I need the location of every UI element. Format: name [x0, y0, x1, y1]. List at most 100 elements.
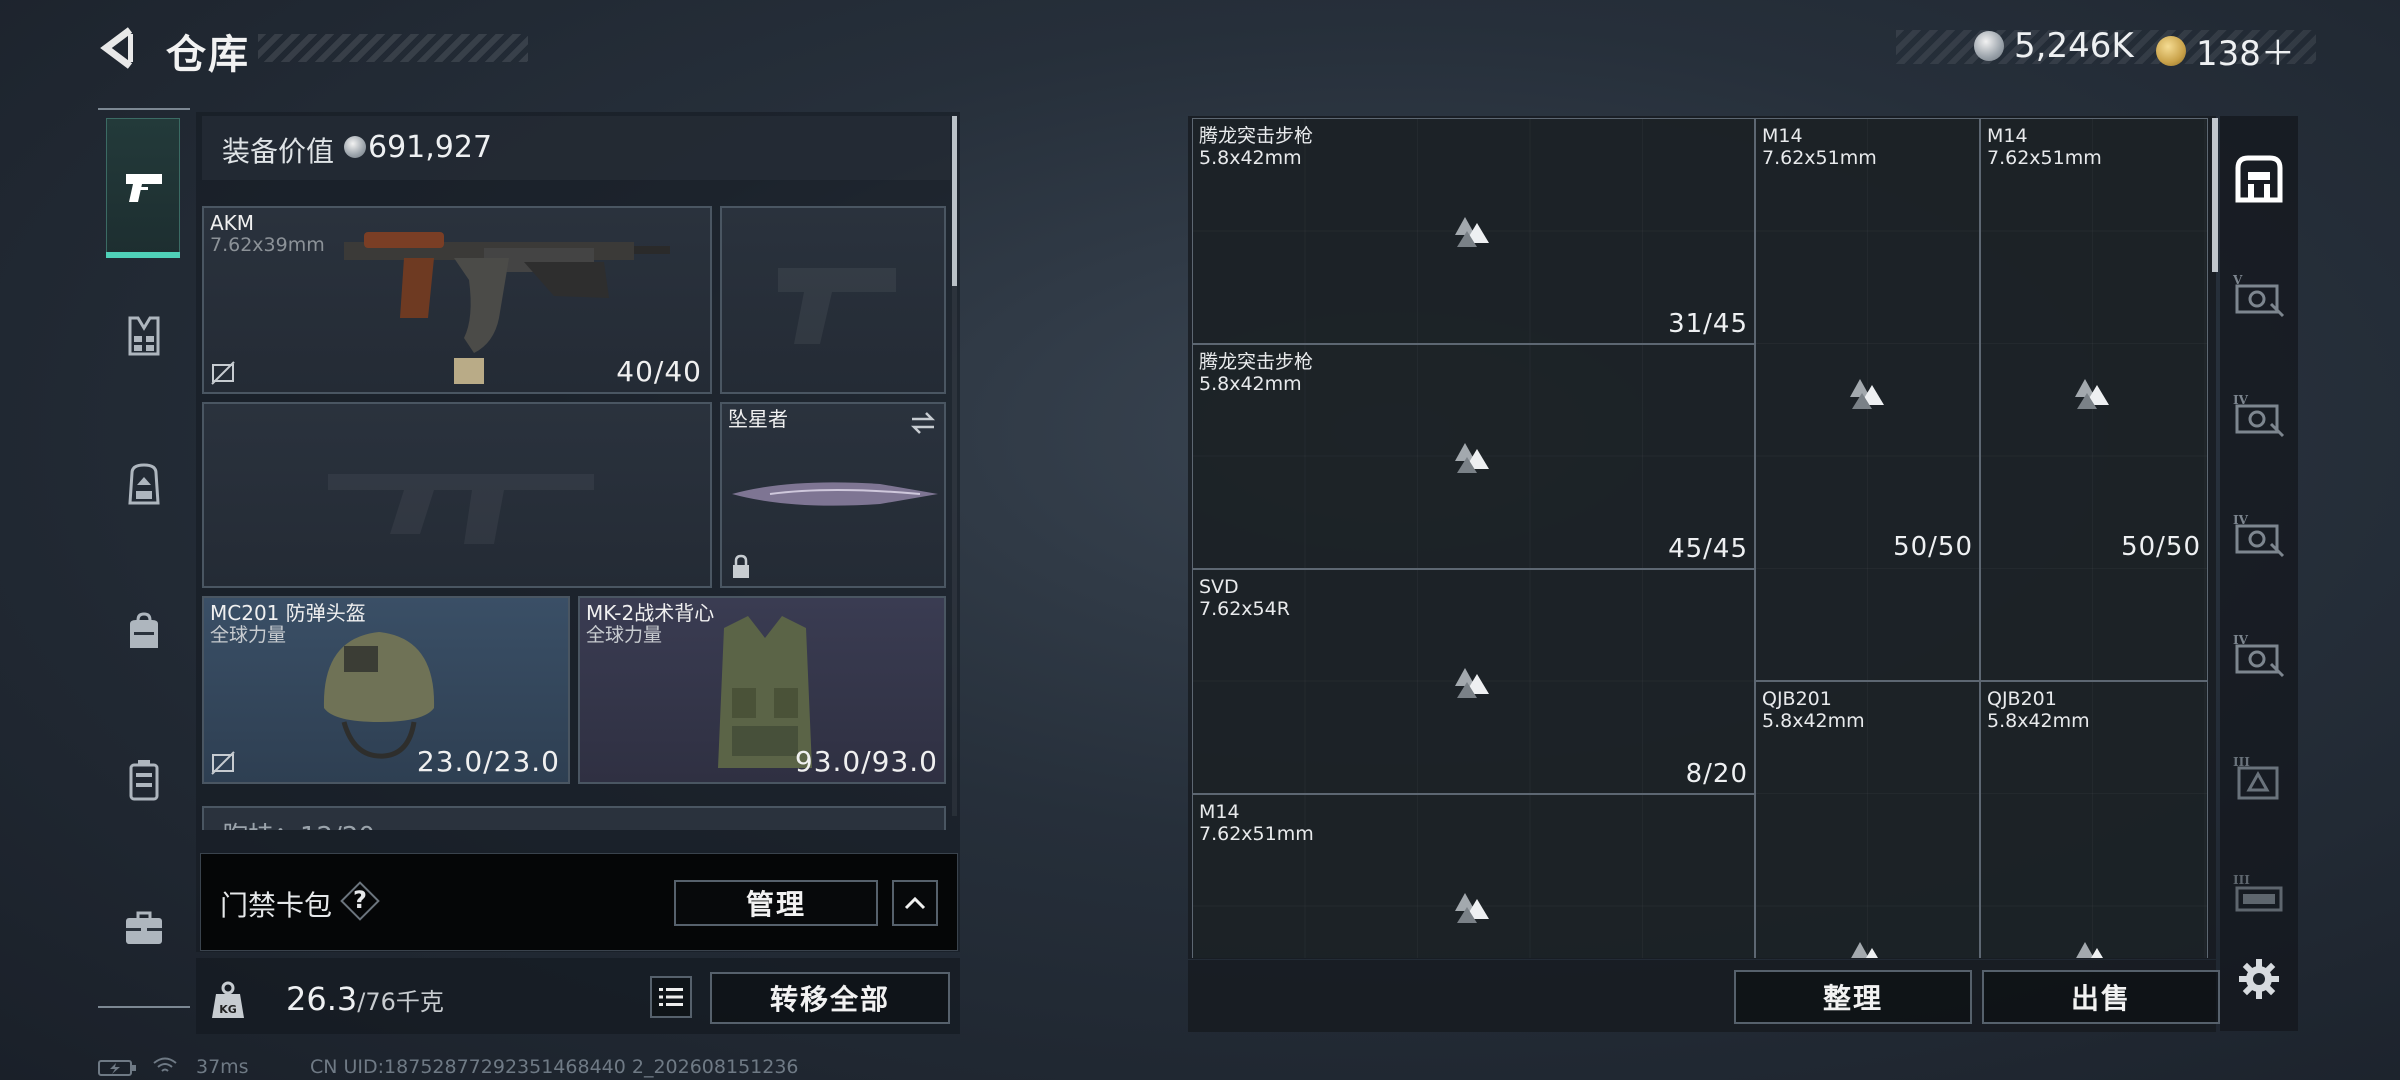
- weight-value: 26.3/76千克: [286, 980, 444, 1018]
- ammo-icon: [2075, 379, 2109, 409]
- stash-item[interactable]: QJB201 5.8x42mm: [1980, 681, 2208, 958]
- item-name: M14: [1762, 125, 1803, 147]
- tier-iii-icon: III: [2233, 873, 2283, 912]
- stash-item[interactable]: M14 7.62x51mm 50/50: [1980, 118, 2208, 681]
- gold-currency-value: 138＋: [2196, 34, 2295, 74]
- stash-item[interactable]: 腾龙突击步枪 5.8x42mm 45/45: [1192, 344, 1755, 569]
- nav-item-case[interactable]: [104, 740, 184, 820]
- swap-icon[interactable]: [908, 410, 938, 436]
- nav-item-bag[interactable]: [104, 592, 184, 672]
- sidearm-slot[interactable]: [720, 206, 946, 394]
- item-name: QJB201: [1762, 688, 1832, 710]
- collapse-button[interactable]: [892, 880, 938, 926]
- wifi-icon: [153, 1057, 177, 1072]
- armor-faction: 全球力量: [586, 624, 663, 646]
- nav-bottom-divider: [98, 1006, 190, 1008]
- filter-tier-iv[interactable]: IV: [2226, 502, 2292, 568]
- item-caliber: 5.8x42mm: [1199, 373, 1302, 395]
- primary-weapon-name: AKM: [210, 211, 255, 235]
- secondary-weapon-slot[interactable]: [202, 402, 712, 588]
- item-name: QJB201: [1987, 688, 2057, 710]
- nav-item-backpack[interactable]: [104, 444, 184, 524]
- item-caliber: 7.62x51mm: [1199, 823, 1314, 845]
- nav-item-weapons[interactable]: [104, 148, 184, 228]
- uid-text: CN UID:18752877292351468440 2_2026081512…: [310, 1056, 799, 1078]
- title-decoration: [258, 34, 528, 62]
- item-name: 腾龙突击步枪: [1199, 351, 1314, 373]
- nav-top-divider: [98, 108, 190, 110]
- helmet-slot[interactable]: MC201 防弹头盔 全球力量 23.0/23.0: [202, 596, 570, 784]
- item-caliber: 7.62x54R: [1199, 598, 1290, 620]
- sort-button[interactable]: 整理: [1734, 970, 1972, 1024]
- stash-item[interactable]: M14 7.62x51mm: [1192, 794, 1755, 958]
- loadout-scrollbar-thumb[interactable]: [952, 116, 957, 286]
- filter-tier-v[interactable]: V: [2226, 262, 2292, 328]
- nav-active-indicator: [106, 252, 180, 258]
- stash-item[interactable]: M14 7.62x51mm 50/50: [1755, 118, 1980, 681]
- ping-value: 37ms: [196, 1056, 249, 1078]
- filter-tier-iv[interactable]: IV: [2226, 622, 2292, 688]
- chest-rig-row[interactable]: 胸挂：12/20: [202, 806, 946, 830]
- gold-token-icon: [2156, 35, 2186, 66]
- ammo-icon: [1851, 942, 1878, 958]
- list-view-button[interactable]: [650, 976, 692, 1018]
- settings-button[interactable]: [2226, 946, 2292, 1012]
- toolbox-icon: [126, 911, 162, 944]
- silver-currency-value: 5,246K: [2014, 26, 2134, 66]
- equipment-value-label: 装备价值: [222, 135, 335, 168]
- transfer-all-button[interactable]: 转移全部: [710, 972, 950, 1024]
- filter-tier-iv[interactable]: IV: [2226, 382, 2292, 448]
- back-arrow-icon[interactable]: [96, 24, 144, 72]
- stash-item[interactable]: 腾龙突击步枪 5.8x42mm 31/45: [1192, 118, 1755, 344]
- stash-item[interactable]: SVD 7.62x54R 8/20: [1192, 569, 1755, 794]
- ammo-icon: [1850, 379, 1884, 409]
- filter-tier-iii[interactable]: III: [2226, 744, 2292, 810]
- rifle-placeholder-icon: [328, 474, 594, 544]
- silver-coin-icon: [344, 136, 366, 158]
- chevron-up-icon: [904, 896, 926, 910]
- stash-grid: 腾龙突击步枪 5.8x42mm 31/45 M14 7.62x51mm 50/5…: [1192, 118, 2208, 958]
- weight-current: 26.3: [286, 980, 358, 1018]
- battery-icon: [98, 1060, 136, 1076]
- melee-slot[interactable]: 坠星者: [720, 402, 946, 588]
- gear-icon: [2239, 959, 2279, 999]
- item-name: M14: [1199, 801, 1240, 823]
- filter-tier-iii[interactable]: III: [2226, 862, 2292, 928]
- bag-icon: [130, 612, 158, 648]
- page-title: 仓库: [166, 32, 250, 78]
- list-icon: [659, 988, 683, 1006]
- silver-coin-icon: [1974, 31, 2004, 61]
- weight-max: /76千克: [357, 988, 444, 1016]
- silver-currency: 5,246K: [1974, 26, 2134, 66]
- helmet-durability: 23.0/23.0: [416, 745, 560, 778]
- knife-image: [732, 482, 938, 506]
- ammo-icon: [1455, 217, 1489, 247]
- vest-icon: [128, 316, 160, 356]
- all-items-icon: [2235, 155, 2283, 203]
- primary-weapon-slot[interactable]: AKM 7.62x39mm 40/40: [202, 206, 712, 394]
- no-insurance-icon: [211, 751, 235, 775]
- manage-button[interactable]: 管理: [674, 880, 878, 926]
- item-caliber: 5.8x42mm: [1199, 147, 1302, 169]
- pistol-icon: [126, 174, 162, 202]
- filter-all[interactable]: [2226, 146, 2292, 212]
- item-count: 8/20: [1685, 759, 1748, 789]
- stash-item[interactable]: QJB201 5.8x42mm: [1755, 681, 1980, 958]
- nav-item-toolbox[interactable]: [104, 888, 184, 968]
- item-name: M14: [1987, 125, 2028, 147]
- nav-item-vest[interactable]: [104, 296, 184, 376]
- stash-scrollbar-thumb[interactable]: [2212, 118, 2218, 272]
- ammo-icon: [1455, 443, 1489, 473]
- item-count: 45/45: [1668, 534, 1748, 564]
- tier-iv-icon: IV: [2233, 633, 2285, 678]
- armor-durability: 93.0/93.0: [794, 745, 938, 778]
- armor-slot[interactable]: MK-2战术背心 全球力量 93.0/93.0: [578, 596, 946, 784]
- keycard-bag-label: 门禁卡包: [220, 889, 333, 922]
- lock-icon: [733, 554, 749, 578]
- help-icon-label: ?: [353, 886, 367, 914]
- weight-kg-icon: KG: [212, 981, 244, 1018]
- item-caliber: 7.62x51mm: [1987, 147, 2102, 169]
- item-name: SVD: [1199, 576, 1239, 598]
- melee-name: 坠星者: [728, 407, 788, 431]
- sell-button[interactable]: 出售: [1982, 970, 2220, 1024]
